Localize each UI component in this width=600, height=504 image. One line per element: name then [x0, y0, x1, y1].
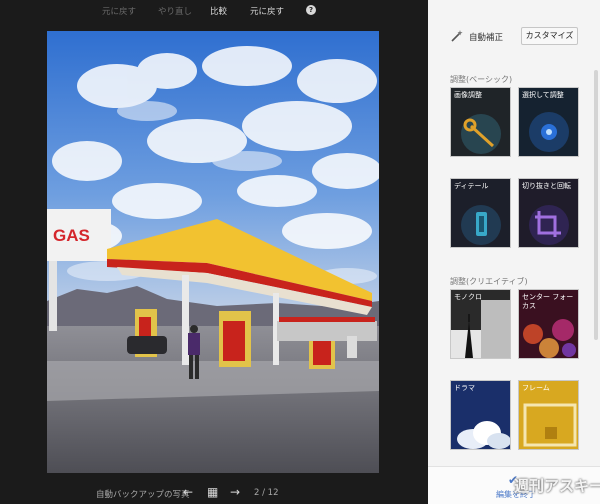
finish-bar: ✔ 編集を終了 週刊アスキー: [428, 466, 600, 504]
tile-detail[interactable]: ディテール: [450, 178, 511, 248]
tile-crop-rotate[interactable]: 切り抜きと回転: [518, 178, 579, 248]
album-link[interactable]: 自動バックアップの写真: [96, 488, 190, 500]
photo-editor: 元に戻す やり直し 比較 元に戻す ? GAS 自動バックアップの写真 ← ▦ …: [0, 0, 428, 504]
creative-section-title: 調整(クリエイティブ): [450, 277, 528, 286]
help-icon[interactable]: ?: [306, 5, 316, 15]
basic-section-title: 調整(ベーシック): [450, 75, 513, 84]
tile-drama[interactable]: ドラマ: [450, 380, 511, 450]
prev-arrow-icon[interactable]: ←: [183, 486, 193, 498]
undo-button[interactable]: 元に戻す: [102, 5, 136, 17]
photo-counter: 2 / 12: [254, 488, 279, 498]
gas-station-photo: GAS: [47, 31, 379, 473]
customize-button[interactable]: カスタマイズ: [521, 27, 578, 45]
grid-icon[interactable]: ▦: [207, 486, 218, 498]
compare-button[interactable]: 比較: [210, 5, 227, 17]
revert-button[interactable]: 元に戻す: [250, 5, 284, 17]
editor-toolbar: 元に戻す やり直し 比較 元に戻す ?: [0, 0, 428, 22]
tile-label: 選択して調整: [522, 91, 564, 99]
tile-frame[interactable]: フレーム: [518, 380, 579, 450]
magic-wand-icon[interactable]: [450, 29, 464, 43]
tile-image-adjust[interactable]: 画像調整: [450, 87, 511, 157]
tile-label: ドラマ: [454, 384, 475, 392]
tile-label: 切り抜きと回転: [522, 182, 571, 190]
edit-panel: 自動補正 カスタマイズ 調整(ベーシック) 画像調整 選択して調整 ディテール: [428, 0, 600, 504]
photo-navigation: 自動バックアップの写真 ← ▦ → 2 / 12: [0, 482, 428, 504]
tile-label: 画像調整: [454, 91, 482, 99]
tile-label: センター フォーカス: [522, 293, 574, 310]
auto-fix-label[interactable]: 自動補正: [469, 31, 503, 43]
watermark-logo: 週刊アスキー: [514, 477, 600, 495]
tile-label: フレーム: [522, 384, 550, 392]
next-arrow-icon[interactable]: →: [230, 486, 240, 498]
tile-label: モノクロ: [454, 293, 482, 301]
gas-sign-text: GAS: [53, 226, 90, 245]
tile-center-focus[interactable]: センター フォーカス: [518, 289, 579, 359]
tile-label: ディテール: [454, 182, 489, 190]
tile-selective-adjust[interactable]: 選択して調整: [518, 87, 579, 157]
redo-button[interactable]: やり直し: [158, 5, 192, 17]
photo-canvas[interactable]: GAS: [47, 31, 379, 473]
tile-monochrome[interactable]: モノクロ: [450, 289, 511, 359]
panel-scrollbar[interactable]: [594, 70, 598, 340]
